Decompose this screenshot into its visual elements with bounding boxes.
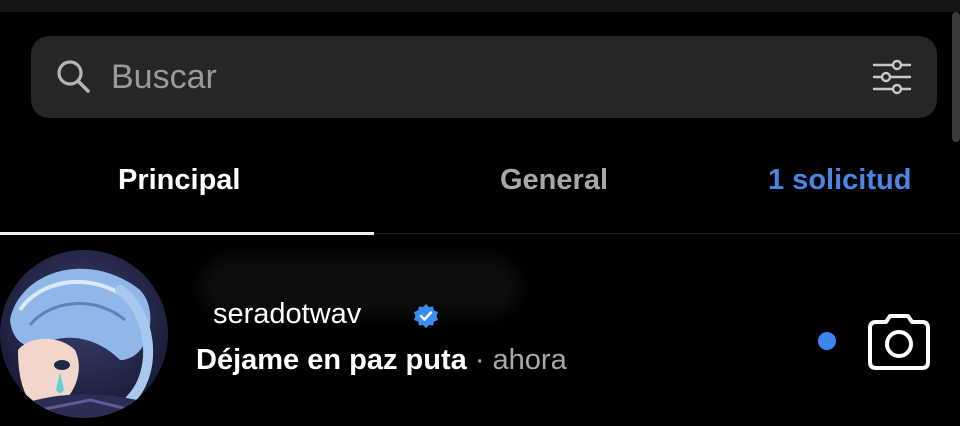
top-strip	[0, 0, 960, 12]
tab-message-requests[interactable]: 1 solicitud	[768, 164, 911, 197]
message-time: ahora	[492, 344, 567, 376]
search-icon	[57, 60, 90, 93]
direct-inbox-screen: Principal General 1 solicitud	[0, 0, 960, 426]
filter-sliders-icon[interactable]	[871, 56, 913, 98]
unread-indicator	[818, 332, 836, 350]
inbox-tabs: Principal General 1 solicitud	[0, 140, 960, 236]
tab-divider	[374, 233, 960, 234]
camera-icon[interactable]	[868, 312, 930, 370]
verified-badge-icon	[414, 304, 438, 328]
tab-general[interactable]: General	[500, 164, 608, 197]
tab-principal[interactable]: Principal	[118, 164, 241, 197]
search-bar[interactable]	[31, 36, 937, 118]
search-input[interactable]	[111, 54, 851, 100]
active-tab-indicator	[0, 232, 374, 235]
scrollbar[interactable]	[952, 12, 960, 142]
thread-preview: Déjame en paz puta · ahora	[196, 344, 567, 377]
avatar-illustration	[0, 250, 168, 418]
separator-dot: ·	[474, 344, 485, 376]
thread-username: seradotwav	[213, 298, 362, 330]
last-message: Déjame en paz puta	[196, 344, 467, 376]
avatar[interactable]	[0, 250, 168, 418]
thread-row[interactable]: seradotwav Déjame en paz puta · ahora	[0, 236, 960, 426]
